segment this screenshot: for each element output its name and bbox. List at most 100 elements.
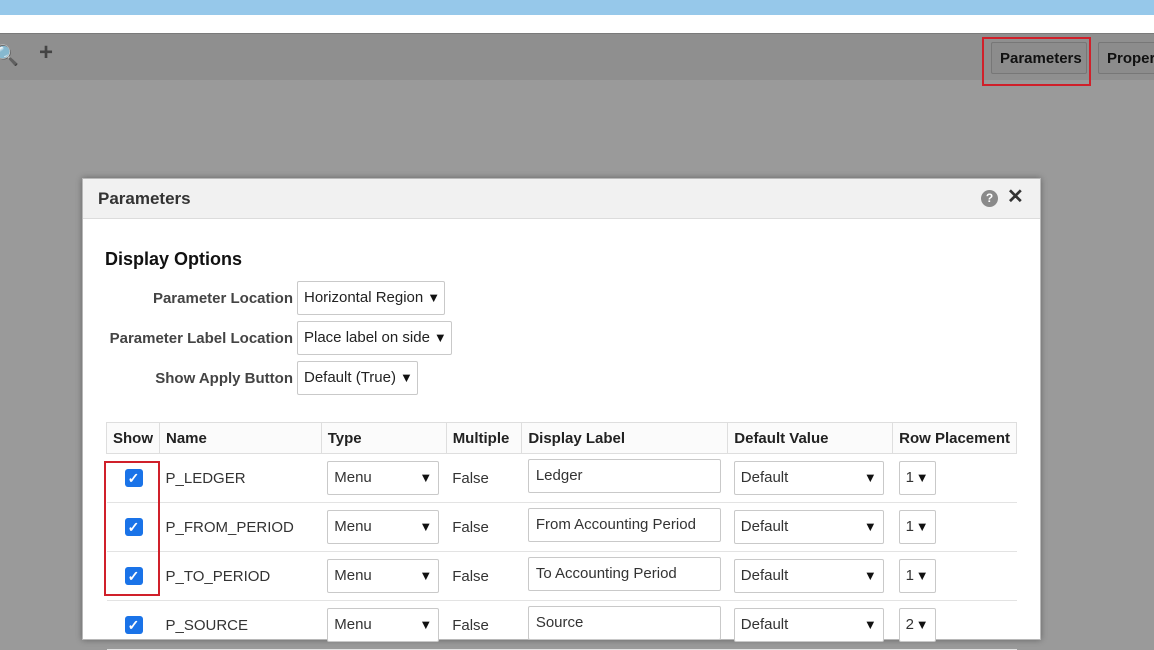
display-label-input[interactable]: From Accounting Period <box>527 508 721 542</box>
row-placement-cell: 1 ▼ <box>892 551 1017 601</box>
chevron-down-icon: ▼ <box>915 568 929 583</box>
chevron-down-icon: ▼ <box>863 519 877 534</box>
column-header-default-value[interactable]: Default Value <box>727 422 894 454</box>
chevron-down-icon: ▼ <box>419 568 433 583</box>
row-placement-select[interactable]: 1 ▼ <box>898 461 936 495</box>
close-icon[interactable]: ✕ <box>1007 186 1024 208</box>
type-cell: Menu ▼ <box>321 453 447 503</box>
column-header-multiple[interactable]: Multiple <box>445 422 523 454</box>
option-apply-button: Show Apply Button Default (True) ▼ <box>83 361 583 395</box>
default-value-cell: Default ▼ <box>727 502 893 552</box>
display-label-cell: Source <box>521 600 728 650</box>
select-value: Menu <box>334 469 372 486</box>
type-select[interactable]: Menu ▼ <box>327 510 440 544</box>
select-value: Place label on side <box>304 329 430 346</box>
parameter-name: P_SOURCE <box>159 600 322 650</box>
row-placement-cell: 1 ▼ <box>892 502 1017 552</box>
app-header-strip <box>0 15 1154 33</box>
option-parameter-location: Parameter Location Horizontal Region ▼ <box>83 281 583 315</box>
type-select[interactable]: Menu ▼ <box>327 608 440 642</box>
parameters-highlight <box>982 37 1091 86</box>
select-value: Menu <box>334 616 372 633</box>
multiple-value: False <box>446 453 522 503</box>
table-row: ✓ P_TO_PERIOD Menu ▼ False To Accounting Peri… <box>106 551 1017 601</box>
row-placement-select[interactable]: 2 ▼ <box>898 608 936 642</box>
default-value-cell: Default ▼ <box>727 600 893 650</box>
parameter-name: P_FROM_PERIOD <box>159 502 322 552</box>
plus-icon[interactable]: + <box>39 41 53 65</box>
multiple-value: False <box>446 502 522 552</box>
select-value: 1 <box>905 469 914 486</box>
select-value: 1 <box>905 567 914 584</box>
select-value: Default <box>740 518 789 535</box>
parameters-dialog: Parameters ? ✕ Display Options Parameter… <box>82 178 1041 650</box>
chevron-down-icon: ▼ <box>863 470 877 485</box>
default-value-select[interactable]: Default ▼ <box>733 461 884 495</box>
chevron-down-icon: ▼ <box>915 519 929 534</box>
browser-top-band <box>0 0 1154 15</box>
dialog-header: Parameters ? ✕ <box>83 179 1040 219</box>
select-value: 1 <box>905 518 914 535</box>
toolbar: 🔍 + Parameters Proper <box>0 33 1154 80</box>
show-column-highlight <box>104 461 160 596</box>
type-cell: Menu ▼ <box>321 600 447 650</box>
search-icon[interactable]: 🔍 <box>0 46 19 66</box>
table-header-row: Show Name Type Multiple Display Label De… <box>106 422 1017 454</box>
section-title: Display Options <box>105 249 243 269</box>
label-location-select[interactable]: Place label on side ▼ <box>297 321 452 355</box>
chevron-down-icon: ▼ <box>863 617 877 632</box>
column-header-name[interactable]: Name <box>159 422 322 454</box>
table-body: ✓ P_LEDGER Menu ▼ False Ledger Default ▼ 1 ▼ ✓ P_FR… <box>106 453 1017 650</box>
select-value: Default (True) <box>304 369 396 386</box>
default-value-select[interactable]: Default ▼ <box>733 510 884 544</box>
parameters-table: Show Name Type Multiple Display Label De… <box>106 422 1017 650</box>
column-header-row-placement[interactable]: Row Placement <box>892 422 1017 454</box>
parameter-name: P_LEDGER <box>159 453 322 503</box>
chevron-down-icon: ▼ <box>433 330 447 345</box>
type-cell: Menu ▼ <box>321 502 447 552</box>
row-placement-select[interactable]: 1 ▼ <box>898 510 936 544</box>
apply-button-select[interactable]: Default (True) ▼ <box>297 361 418 395</box>
option-label: Show Apply Button <box>155 370 293 387</box>
row-placement-cell: 2 ▼ <box>892 600 1017 650</box>
option-label-location: Parameter Label Location Place label on … <box>83 321 583 355</box>
help-icon[interactable]: ? <box>981 190 998 207</box>
select-value: Menu <box>334 567 372 584</box>
option-label: Parameter Location <box>152 290 293 307</box>
default-value-select[interactable]: Default ▼ <box>733 608 884 642</box>
select-value: Horizontal Region <box>304 289 424 306</box>
multiple-value: False <box>446 600 522 650</box>
parameter-location-select[interactable]: Horizontal Region ▼ <box>297 281 446 315</box>
display-label-input[interactable]: To Accounting Period <box>527 557 721 591</box>
chevron-down-icon: ▼ <box>863 568 877 583</box>
display-label-input[interactable]: Source <box>527 606 721 640</box>
display-label-cell: To Accounting Period <box>521 551 728 601</box>
multiple-value: False <box>446 551 522 601</box>
select-value: Menu <box>334 518 372 535</box>
display-label-cell: From Accounting Period <box>521 502 728 552</box>
chevron-down-icon: ▼ <box>427 290 441 305</box>
column-header-type[interactable]: Type <box>320 422 447 454</box>
option-label: Parameter Label Location <box>109 330 293 347</box>
select-value: 2 <box>905 616 914 633</box>
type-select[interactable]: Menu ▼ <box>327 461 440 495</box>
show-checkbox[interactable]: ✓ <box>124 616 143 634</box>
show-cell: ✓ <box>106 600 160 650</box>
chevron-down-icon: ▼ <box>419 470 433 485</box>
properties-button[interactable]: Proper <box>1098 42 1154 74</box>
column-header-display-label[interactable]: Display Label <box>521 422 729 454</box>
default-value-select[interactable]: Default ▼ <box>733 559 884 593</box>
column-header-show[interactable]: Show <box>106 422 160 454</box>
table-row: ✓ P_SOURCE Menu ▼ False Source Default ▼ 2 ▼ <box>106 600 1017 650</box>
parameter-name: P_TO_PERIOD <box>159 551 322 601</box>
row-placement-select[interactable]: 1 ▼ <box>898 559 936 593</box>
select-value: Default <box>740 567 789 584</box>
chevron-down-icon: ▼ <box>915 617 929 632</box>
select-value: Default <box>740 616 789 633</box>
table-row: ✓ P_FROM_PERIOD Menu ▼ False From Accounting … <box>106 502 1017 552</box>
dialog-title: Parameters <box>98 189 191 208</box>
table-row: ✓ P_LEDGER Menu ▼ False Ledger Default ▼ 1 ▼ <box>106 453 1017 503</box>
type-select[interactable]: Menu ▼ <box>327 559 440 593</box>
display-label-input[interactable]: Ledger <box>527 459 721 493</box>
chevron-down-icon: ▼ <box>419 617 433 632</box>
